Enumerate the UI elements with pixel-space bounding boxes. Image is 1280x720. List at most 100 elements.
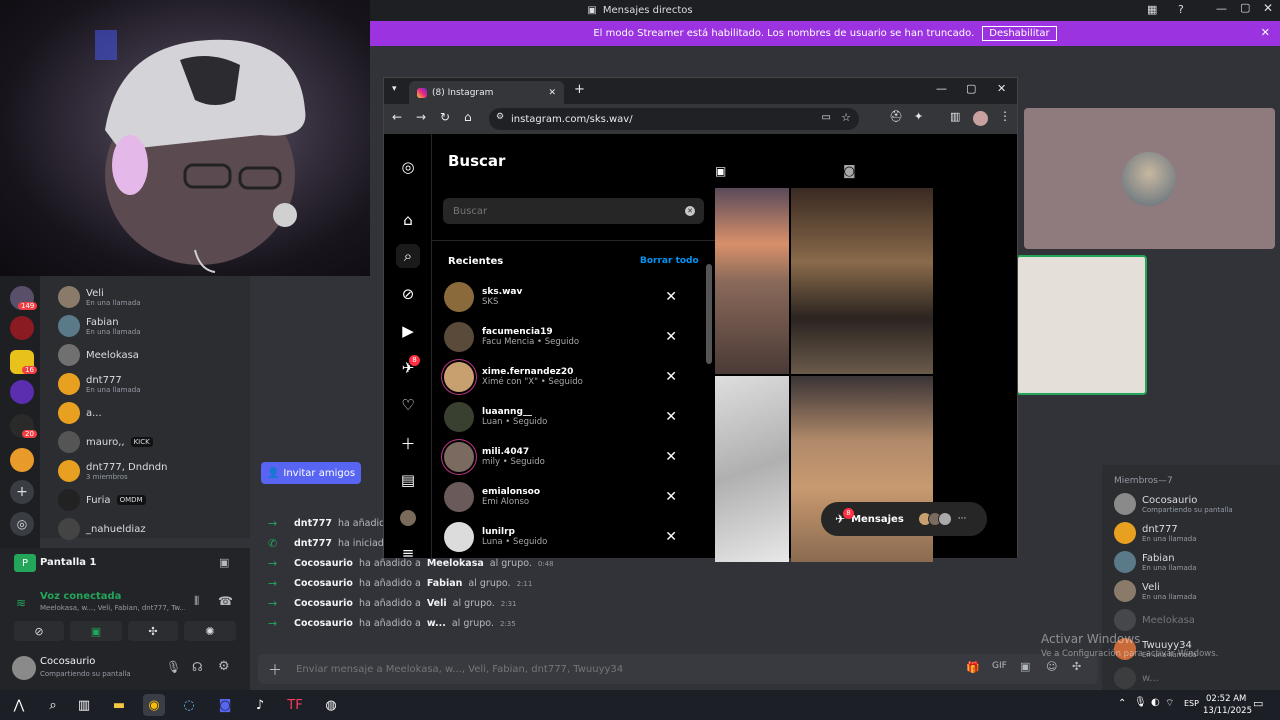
post-thumbnail[interactable] bbox=[715, 376, 789, 562]
steam-icon[interactable]: ◌ bbox=[178, 694, 200, 716]
clear-all-link[interactable]: Borrar todo bbox=[640, 256, 699, 266]
dm-item-fabian[interactable]: Fabian En una llamada bbox=[58, 313, 248, 339]
remove-recent-icon[interactable]: ✕ bbox=[665, 529, 677, 545]
post-thumbnail[interactable] bbox=[791, 188, 933, 374]
remove-recent-icon[interactable]: ✕ bbox=[665, 409, 677, 425]
language-indicator[interactable]: ESP bbox=[1184, 699, 1199, 708]
message-actor[interactable]: Cocosaurio bbox=[294, 598, 353, 609]
task-view-icon[interactable]: ▥ bbox=[73, 694, 95, 716]
clock-date[interactable]: 13/11/2025 bbox=[1203, 706, 1252, 716]
dashboard-icon[interactable]: ▤ bbox=[396, 468, 420, 492]
remove-recent-icon[interactable]: ✕ bbox=[665, 329, 677, 345]
more-icon[interactable]: ≡ bbox=[396, 541, 420, 565]
mic-icon[interactable]: 🎙 bbox=[166, 660, 181, 674]
message-target[interactable]: Veli bbox=[427, 598, 447, 609]
gift-icon[interactable]: 🎁 bbox=[966, 661, 980, 674]
home-icon[interactable]: ⌂ bbox=[464, 110, 472, 124]
message-input[interactable] bbox=[296, 658, 896, 680]
message-actor[interactable]: Cocosaurio bbox=[294, 558, 353, 569]
extensions-icon[interactable]: ▥ bbox=[950, 110, 960, 123]
search-input[interactable] bbox=[453, 202, 673, 220]
clear-search-icon[interactable]: ✕ bbox=[685, 206, 695, 216]
member-item[interactable]: Cocosaurio Compartiendo su pantalla bbox=[1114, 491, 1233, 517]
member-item[interactable]: Veli En una llamada bbox=[1114, 578, 1197, 604]
settings-icon[interactable]: ⚙ bbox=[218, 659, 230, 674]
search-icon[interactable]: ⌕ bbox=[42, 694, 64, 716]
activities-button[interactable]: ✣ bbox=[128, 621, 178, 641]
remove-recent-icon[interactable]: ✕ bbox=[665, 449, 677, 465]
soundboard-button[interactable]: ✺ bbox=[184, 621, 236, 641]
explore-icon[interactable]: ⊘ bbox=[396, 282, 420, 306]
dm-item-meelokasa[interactable]: Meelokasa bbox=[58, 342, 248, 368]
message-target[interactable]: w... bbox=[427, 618, 446, 629]
add-server-icon[interactable]: + bbox=[10, 480, 34, 504]
camera-off-button[interactable]: ⊘ bbox=[14, 621, 64, 641]
window-maximize-icon[interactable]: ▢ bbox=[966, 82, 976, 95]
wifi-icon[interactable]: ⌔ bbox=[1165, 697, 1174, 710]
start-icon[interactable]: ⋀ bbox=[8, 694, 30, 716]
apps-icon[interactable]: ✣ bbox=[1072, 660, 1081, 673]
mic-tray-icon[interactable]: 🎙 bbox=[1134, 697, 1147, 708]
tray-chevron-icon[interactable]: ⌃ bbox=[1118, 698, 1126, 709]
url-field[interactable]: ⚙ instagram.com/sks.wav/ ▭ ☆ bbox=[489, 108, 859, 130]
recent-item[interactable]: lunilrp Luna • Seguido ✕ bbox=[444, 519, 689, 555]
tf-icon[interactable]: TF bbox=[284, 694, 306, 716]
tiktok-icon[interactable]: ♪ bbox=[249, 694, 271, 716]
user-avatar[interactable] bbox=[12, 656, 36, 680]
reels-tab-icon[interactable]: ▣ bbox=[715, 164, 726, 178]
remove-recent-icon[interactable]: ✕ bbox=[665, 369, 677, 385]
invite-friends-button[interactable]: 👤 Invitar amigos bbox=[261, 462, 361, 484]
new-tab-icon[interactable]: + bbox=[574, 82, 585, 97]
profile-avatar[interactable] bbox=[400, 510, 416, 526]
bookmark-icon[interactable]: ☆ bbox=[841, 111, 851, 124]
voice-title[interactable]: Voz conectada bbox=[40, 591, 121, 602]
close-banner-icon[interactable]: ✕ bbox=[1261, 26, 1270, 39]
member-item[interactable]: Meelokasa bbox=[1114, 607, 1195, 633]
site-info-icon[interactable]: ⚙ bbox=[496, 112, 504, 122]
install-icon[interactable]: ▭ bbox=[822, 112, 831, 123]
minimize-icon[interactable]: — bbox=[1216, 2, 1227, 15]
window-minimize-icon[interactable]: — bbox=[936, 82, 947, 95]
tab-close-icon[interactable]: ✕ bbox=[548, 88, 556, 98]
recent-item[interactable]: xime.fernandez20 Ximé con "X" • Seguido ✕ bbox=[444, 359, 689, 395]
app-icon[interactable]: ◍ bbox=[320, 694, 342, 716]
soundboard-icon[interactable]: ⦀ bbox=[194, 594, 199, 609]
create-icon[interactable]: ＋ bbox=[396, 431, 420, 455]
back-icon[interactable]: ← bbox=[392, 110, 402, 124]
message-actor[interactable]: Cocosaurio bbox=[294, 578, 353, 589]
forward-icon[interactable]: → bbox=[416, 110, 426, 124]
extension-icon[interactable]: ✦ bbox=[914, 110, 923, 123]
explore-icon[interactable]: ◎ bbox=[10, 512, 34, 536]
dm-item-a[interactable]: a... bbox=[58, 400, 248, 426]
recent-item[interactable]: luaanng__ Luan • Seguido ✕ bbox=[444, 399, 689, 435]
tab-search-icon[interactable]: ▾ bbox=[392, 84, 397, 94]
headphones-icon[interactable]: ☊ bbox=[192, 660, 203, 674]
search-icon[interactable]: ⌕ bbox=[396, 244, 420, 268]
close-icon[interactable]: ✕ bbox=[1263, 1, 1273, 15]
network-icon[interactable]: ◐ bbox=[1151, 697, 1160, 708]
stop-stream-icon[interactable]: ▣ bbox=[219, 556, 229, 569]
dm-item-veli[interactable]: Veli En una llamada bbox=[58, 284, 248, 310]
chrome-icon[interactable]: ◉ bbox=[143, 694, 165, 716]
discord-icon[interactable]: ◙ bbox=[214, 694, 236, 716]
dm-item-furia[interactable]: Furia OMDM bbox=[58, 487, 248, 513]
scrollbar[interactable] bbox=[706, 264, 712, 364]
browser-tab[interactable]: (8) Instagram ✕ bbox=[409, 81, 564, 104]
incognito-icon[interactable]: ⛑ bbox=[889, 110, 903, 123]
tagged-tab-icon[interactable]: ◙ bbox=[843, 164, 856, 179]
sticker-icon[interactable]: ▣ bbox=[1020, 660, 1030, 673]
post-thumbnail[interactable] bbox=[715, 188, 789, 374]
message-target[interactable]: Meelokasa bbox=[427, 558, 484, 569]
server-icon[interactable] bbox=[10, 448, 34, 472]
window-close-icon[interactable]: ✕ bbox=[997, 82, 1006, 95]
recent-item[interactable]: facumencia19 Facu Mencia • Seguido ✕ bbox=[444, 319, 689, 355]
messages-pill[interactable]: ✈ 8 Mensajes ··· bbox=[821, 502, 987, 536]
message-actor[interactable]: dnt777 bbox=[294, 538, 332, 549]
gif-icon[interactable]: GIF bbox=[992, 661, 1007, 671]
emoji-icon[interactable]: ☺ bbox=[1046, 660, 1057, 673]
file-explorer-icon[interactable]: ▬ bbox=[108, 694, 130, 716]
member-item[interactable]: dnt777 En una llamada bbox=[1114, 520, 1197, 546]
disable-streamer-button[interactable]: Deshabilitar bbox=[982, 26, 1057, 41]
notifications-icon[interactable]: ▭ bbox=[1253, 697, 1263, 710]
dm-item-dnt777[interactable]: dnt777 En una llamada bbox=[58, 371, 248, 397]
